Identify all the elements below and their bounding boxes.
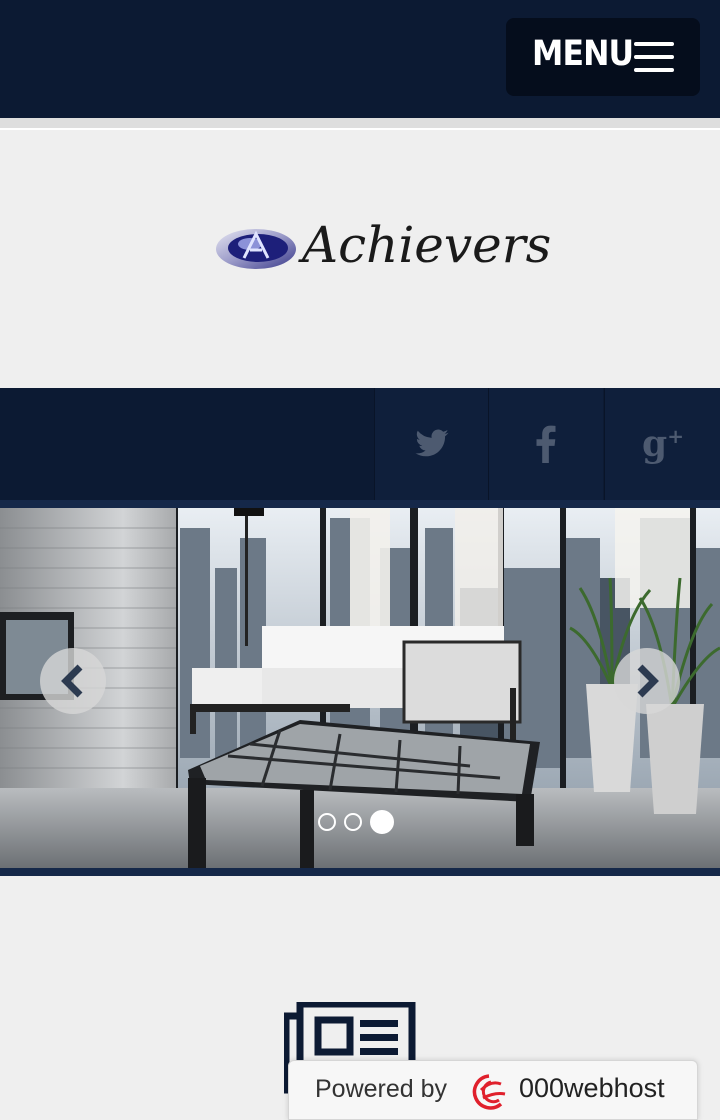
slider-dot-1[interactable] bbox=[318, 813, 336, 831]
header-divider bbox=[0, 118, 720, 130]
slider-bottom-stripe bbox=[0, 868, 720, 876]
000webhost-logo-icon bbox=[472, 1074, 506, 1110]
slider-top-stripe bbox=[0, 500, 720, 508]
000webhost-brand: 000webhost bbox=[519, 1073, 665, 1103]
hamburger-icon bbox=[634, 42, 674, 72]
top-nav-bar: MENU bbox=[0, 0, 720, 118]
slider-pagination bbox=[318, 810, 394, 834]
social-bar: g+ bbox=[0, 388, 720, 500]
menu-label: MENU bbox=[532, 34, 634, 74]
menu-button[interactable]: MENU bbox=[506, 18, 700, 96]
achievers-logo-emblem bbox=[216, 229, 296, 269]
chevron-left-icon bbox=[61, 664, 83, 698]
powered-by-badge[interactable]: Powered by 000webhost bbox=[288, 1060, 698, 1120]
site-logo[interactable]: Achievers bbox=[214, 216, 551, 290]
facebook-icon bbox=[536, 425, 556, 463]
google-plus-link[interactable]: g+ bbox=[604, 388, 720, 500]
twitter-icon bbox=[415, 429, 449, 457]
twitter-link[interactable] bbox=[374, 388, 489, 500]
slider-prev-button[interactable] bbox=[40, 648, 106, 714]
slider-next-button[interactable] bbox=[614, 648, 680, 714]
facebook-link[interactable] bbox=[488, 388, 603, 500]
chevron-right-icon bbox=[637, 664, 659, 698]
logo-section: Achievers bbox=[0, 130, 720, 388]
slider-dot-2[interactable] bbox=[344, 813, 362, 831]
powered-by-label: Powered by bbox=[315, 1075, 448, 1103]
google-plus-icon: g+ bbox=[642, 423, 684, 465]
image-slider[interactable] bbox=[0, 508, 720, 868]
slider-dot-3[interactable] bbox=[370, 810, 394, 834]
logo-text: Achievers bbox=[302, 216, 552, 274]
